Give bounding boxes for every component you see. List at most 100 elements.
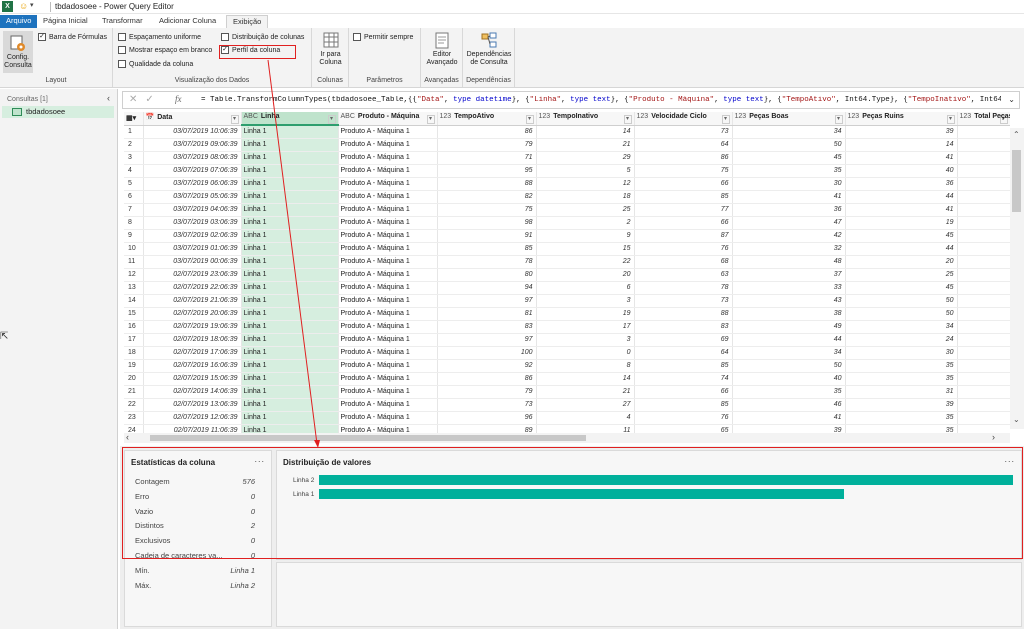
table-cell[interactable]: 03/07/2019 10:06:39 (143, 125, 242, 139)
table-row[interactable]: 10 03/07/2019 01:06:39 Linha 1 Produto A - … (124, 242, 1010, 256)
table-cell[interactable]: 47 (732, 216, 846, 230)
table-cell[interactable]: Produto A - Máquina 1 (338, 320, 438, 334)
tab-transformar[interactable]: Transformar (96, 15, 149, 28)
table-cell[interactable]: Produto A - Máquina 1 (338, 164, 438, 178)
table-cell[interactable]: 14 (536, 372, 635, 386)
scroll-up-icon[interactable]: ⌃ (1013, 130, 1020, 139)
table-cell[interactable]: 41 (732, 411, 846, 425)
table-cell[interactable]: 75 (437, 203, 537, 217)
table-cell[interactable]: 33 (732, 281, 846, 295)
row-number[interactable]: 7 (124, 203, 144, 217)
formula-cancel-accept-icons[interactable]: ✕✓ (129, 94, 162, 105)
table-cell[interactable]: 25 (536, 203, 635, 217)
filter-dropdown-icon[interactable]: ▾ (946, 114, 955, 124)
table-cell[interactable]: 95 (437, 164, 537, 178)
table-cell[interactable]: 35 (845, 359, 958, 373)
table-cell[interactable]: 38 (732, 307, 846, 321)
column-type-icon[interactable]: 123 (960, 113, 972, 120)
tab-arquivo[interactable]: Arquivo (0, 15, 38, 28)
table-cell[interactable]: Linha 1 (241, 398, 339, 412)
table-cell[interactable]: 94 (437, 281, 537, 295)
table-cell[interactable]: Linha 1 (241, 268, 339, 282)
column-type-icon[interactable]: 123 (848, 113, 860, 120)
table-cell[interactable]: 15 (536, 242, 635, 256)
table-cell[interactable]: 21 (536, 138, 635, 152)
table-cell[interactable]: Produto A - Máquina 1 (338, 411, 438, 425)
column-header-pe-as-boas[interactable]: ▾ 123 Peças Boas (732, 112, 846, 126)
table-cell[interactable]: 4 (536, 411, 635, 425)
table-row[interactable]: 9 03/07/2019 02:06:39 Linha 1 Produto A - M… (124, 229, 1010, 243)
collapse-pane-icon[interactable]: ‹ (107, 93, 110, 103)
table-cell[interactable]: Linha 1 (241, 333, 339, 347)
table-cell[interactable]: 22 (536, 255, 635, 269)
row-number[interactable]: 20 (124, 372, 144, 386)
table-cell[interactable]: Linha 1 (241, 164, 339, 178)
table-cell[interactable]: Linha 1 (241, 216, 339, 230)
column-type-icon[interactable]: ABC (341, 113, 355, 120)
table-cell[interactable]: 50 (732, 359, 846, 373)
smiley-feedback-icon[interactable]: ☺ (19, 1, 28, 11)
table-cell[interactable]: 02/07/2019 23:06:39 (143, 268, 242, 282)
column-header-tempoinativo[interactable]: ▾ 123 TempoInativo (536, 112, 635, 126)
table-cell[interactable]: 19 (845, 216, 958, 230)
table-cell[interactable]: 75 (634, 164, 733, 178)
table-cell[interactable]: 50 (845, 294, 958, 308)
row-number[interactable]: 23 (124, 411, 144, 425)
table-cell[interactable]: 66 (634, 177, 733, 191)
table-cell[interactable]: Produto A - Máquina 1 (338, 372, 438, 386)
row-number[interactable]: 17 (124, 333, 144, 347)
tab-exibicao[interactable]: Exibição (226, 15, 269, 28)
row-number[interactable]: 6 (124, 190, 144, 204)
table-cell[interactable]: 98 (437, 216, 537, 230)
table-cell[interactable]: Linha 1 (241, 385, 339, 399)
table-row[interactable]: 15 02/07/2019 20:06:39 Linha 1 Produto A - … (124, 307, 1010, 321)
table-cell[interactable]: 02/07/2019 12:06:39 (143, 411, 242, 425)
filter-dropdown-icon[interactable]: ▾ (230, 114, 239, 124)
column-type-icon[interactable]: 123 (735, 113, 747, 120)
row-number[interactable]: 4 (124, 164, 144, 178)
table-cell[interactable]: 37 (732, 268, 846, 282)
table-cell[interactable]: 76 (634, 242, 733, 256)
table-cell[interactable]: 18 (536, 190, 635, 204)
table-cell[interactable]: 9 (536, 229, 635, 243)
show-whitespace-checkbox[interactable]: Mostrar espaço em branco (118, 46, 212, 54)
table-cell[interactable]: 20 (536, 268, 635, 282)
table-cell[interactable]: 64 (634, 346, 733, 360)
table-cell[interactable]: Produto A - Máquina 1 (338, 307, 438, 321)
quick-access-dropdown-icon[interactable]: ▾ (30, 1, 34, 9)
table-cell[interactable]: 02/07/2019 21:06:39 (143, 294, 242, 308)
row-number[interactable]: 16 (124, 320, 144, 334)
table-cell[interactable]: 02/07/2019 22:06:39 (143, 281, 242, 295)
column-header-pe-as-ruins[interactable]: ▾ 123 Peças Ruins (845, 112, 958, 126)
table-cell[interactable]: 66 (634, 216, 733, 230)
table-cell[interactable]: 35 (845, 372, 958, 386)
table-cell[interactable]: 36 (845, 177, 958, 191)
table-cell[interactable]: 87 (634, 229, 733, 243)
table-cell[interactable]: 86 (437, 125, 537, 139)
table-cell[interactable]: 39 (845, 125, 958, 139)
row-number[interactable]: 18 (124, 346, 144, 360)
table-row[interactable]: 4 03/07/2019 07:06:39 Linha 1 Produto A - M… (124, 164, 1010, 178)
table-cell[interactable]: 76 (634, 411, 733, 425)
table-cell[interactable]: 43 (732, 294, 846, 308)
table-cell[interactable]: Linha 1 (241, 203, 339, 217)
table-row[interactable]: 17 02/07/2019 18:06:39 Linha 1 Produto A - … (124, 333, 1010, 347)
table-cell[interactable]: 5 (536, 164, 635, 178)
table-cell[interactable]: 12 (536, 177, 635, 191)
table-cell[interactable]: 82 (437, 190, 537, 204)
table-cell[interactable]: 34 (732, 346, 846, 360)
table-cell[interactable]: 77 (634, 203, 733, 217)
table-cell[interactable]: 02/07/2019 19:06:39 (143, 320, 242, 334)
table-cell[interactable]: Linha 1 (241, 125, 339, 139)
table-cell[interactable]: 86 (634, 151, 733, 165)
table-cell[interactable]: 21 (536, 385, 635, 399)
table-cell[interactable]: 46 (732, 398, 846, 412)
table-cell[interactable]: 44 (845, 242, 958, 256)
table-cell[interactable]: 27 (536, 398, 635, 412)
table-menu-icon[interactable]: ▦▾ (124, 112, 144, 126)
table-cell[interactable]: 2 (536, 216, 635, 230)
column-header-produto-m-quina[interactable]: ▾ ABC Produto - Máquina (338, 112, 438, 126)
expand-formula-chevron-icon[interactable]: ⌄ (1008, 95, 1015, 104)
table-cell[interactable]: Produto A - Máquina 1 (338, 268, 438, 282)
vertical-scrollbar[interactable]: ⌃ ⌄ (1010, 128, 1024, 429)
